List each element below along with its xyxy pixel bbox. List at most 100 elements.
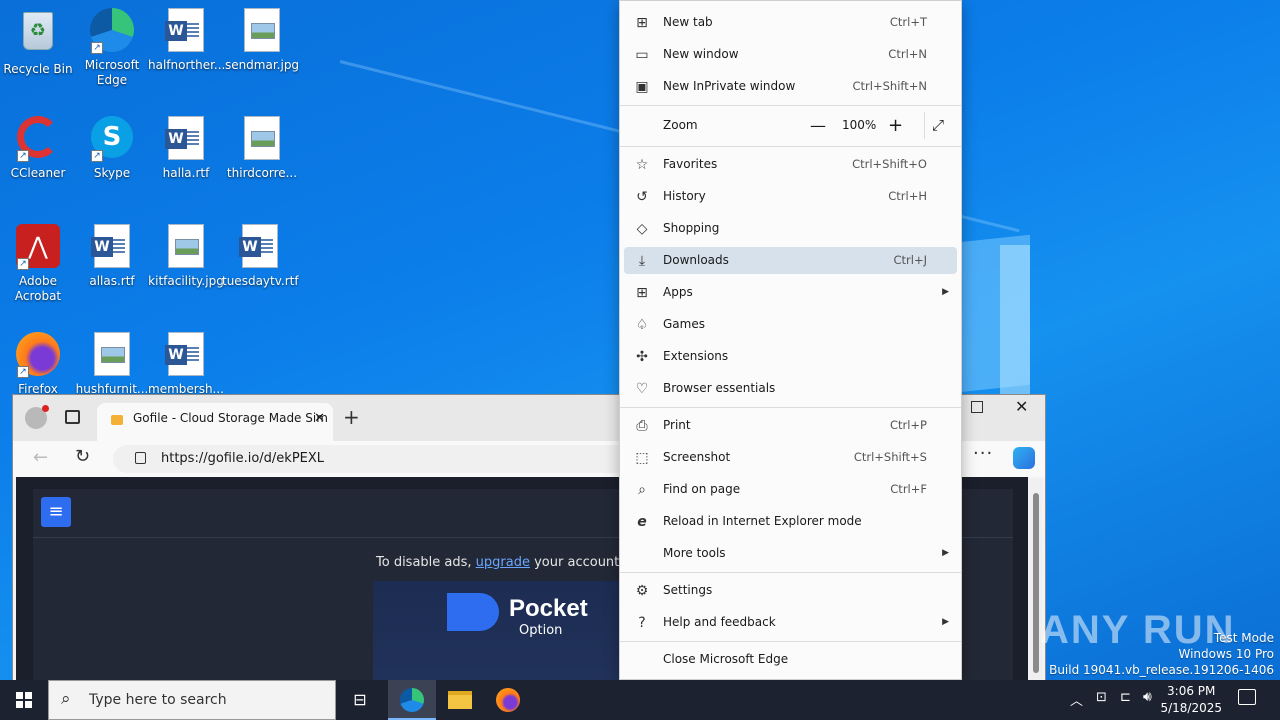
image-file-icon: [239, 116, 285, 162]
desktop-icon-microsoft-edge[interactable]: ↗ Microsoft Edge: [74, 8, 150, 88]
word-document-icon: W: [237, 224, 283, 270]
copilot-icon[interactable]: [1013, 447, 1035, 469]
new-tab-plus-icon[interactable]: +: [343, 405, 360, 429]
tab-title: Gofile - Cloud Storage Made Sim: [133, 411, 328, 425]
taskbar: ⌕ Type here to search ⊟ ︿ ⊡ ⊏ 🔊︎ 3:06 PM…: [0, 680, 1280, 720]
desktop-icon-recycle-bin[interactable]: ♻ Recycle Bin: [0, 8, 76, 77]
system-clock[interactable]: 3:06 PM 5/18/2025: [1160, 683, 1222, 717]
desktop-icon-halfnorther[interactable]: W halfnorther...: [148, 8, 225, 73]
page-scrollbar[interactable]: [1030, 479, 1042, 685]
menu-separator: [620, 105, 961, 106]
menu-item-screenshot[interactable]: ⬚ Screenshot Ctrl+Shift+S: [624, 444, 957, 471]
back-arrow-icon[interactable]: ←: [33, 447, 48, 468]
start-button[interactable]: [0, 680, 48, 720]
word-document-icon: W: [89, 224, 135, 270]
download-icon: ⤓: [638, 253, 646, 269]
menu-item-more-tools[interactable]: More tools ▶: [624, 540, 957, 567]
desktop-icon-tuesdaytv[interactable]: W tuesdaytv.rtf: [222, 224, 299, 289]
desktop-icon-sendmar[interactable]: sendmar.jpg: [224, 8, 300, 73]
menu-item-games[interactable]: ♤ Games: [624, 311, 957, 338]
menu-item-downloads[interactable]: ⤓ Downloads Ctrl+J: [624, 247, 957, 274]
desktop-icon-ccleaner[interactable]: ↗ CCleaner: [0, 116, 76, 181]
print-icon: ⎙: [636, 418, 648, 434]
zoom-value: 100%: [842, 118, 877, 132]
task-view-icon[interactable]: ⊟: [336, 680, 384, 720]
hamburger-menu-button[interactable]: ≡: [41, 497, 71, 527]
fullscreen-icon[interactable]: ⤢: [932, 112, 944, 139]
ad-notice: To disable ads, upgrade your account to: [376, 555, 637, 570]
upgrade-link[interactable]: upgrade: [476, 555, 530, 570]
desktop-icon-halla[interactable]: W halla.rtf: [148, 116, 224, 181]
menu-separator: [620, 641, 961, 642]
desktop-icon-kitfacility[interactable]: kitfacility.jpg: [148, 224, 224, 289]
more-menu-icon[interactable]: ···: [973, 443, 993, 464]
acrobat-icon: ⋀ ↗: [15, 224, 61, 270]
menu-item-new-window[interactable]: ▭ New window Ctrl+N: [624, 41, 957, 68]
menu-item-extensions[interactable]: ✣ Extensions: [624, 343, 957, 370]
tab-actions-icon[interactable]: [65, 410, 80, 424]
menu-item-reload-ie-mode[interactable]: e Reload in Internet Explorer mode: [624, 508, 957, 535]
desktop-icon-skype[interactable]: S ↗ Skype: [74, 116, 150, 181]
inprivate-icon: ▣: [635, 79, 649, 95]
menu-separator: [620, 572, 961, 573]
volume-icon[interactable]: 🔊︎: [1143, 689, 1152, 705]
edge-settings-menu: ⊞ New tab Ctrl+T ▭ New window Ctrl+N ▣ N…: [619, 0, 962, 680]
notification-center-icon[interactable]: [1238, 689, 1256, 705]
lock-icon: [135, 452, 146, 464]
gofile-favicon-icon: [111, 415, 123, 425]
ad-brand: Pocket: [509, 595, 588, 622]
menu-item-help-feedback[interactable]: ? Help and feedback ▶: [624, 609, 957, 636]
scroll-thumb[interactable]: [1033, 493, 1039, 673]
menu-item-apps[interactable]: ⊞ Apps ▶: [624, 279, 957, 306]
chevron-right-icon: ▶: [942, 548, 949, 558]
ad-brand-sub: Option: [519, 623, 563, 638]
menu-item-favorites[interactable]: ☆ Favorites Ctrl+Shift+O: [624, 151, 957, 178]
apps-icon: ⊞: [636, 285, 648, 301]
close-tab-icon[interactable]: ✕: [314, 411, 325, 426]
profile-avatar-icon[interactable]: [25, 405, 49, 429]
menu-item-history[interactable]: ↺ History Ctrl+H: [624, 183, 957, 210]
menu-item-find-on-page[interactable]: ⌕ Find on page Ctrl+F: [624, 476, 957, 503]
new-tab-icon: ⊞: [636, 15, 648, 31]
new-window-icon: ▭: [635, 47, 649, 63]
menu-item-close-edge[interactable]: Close Microsoft Edge: [624, 646, 957, 673]
network-icon[interactable]: ⊏: [1120, 690, 1131, 705]
taskbar-search-box[interactable]: ⌕ Type here to search: [48, 680, 336, 720]
file-explorer-icon[interactable]: [436, 680, 484, 720]
menu-item-browser-essentials[interactable]: ♡ Browser essentials: [624, 375, 957, 402]
desktop-icon-allas[interactable]: W allas.rtf: [74, 224, 150, 289]
menu-item-new-inprivate-window[interactable]: ▣ New InPrivate window Ctrl+Shift+N: [624, 73, 957, 100]
menu-item-print[interactable]: ⎙ Print Ctrl+P: [624, 412, 957, 439]
desktop-icon-adobe-acrobat[interactable]: ⋀ ↗ Adobe Acrobat: [0, 224, 76, 304]
ie-icon: e: [637, 514, 647, 530]
find-icon: ⌕: [638, 482, 646, 498]
windows-logo-icon: [16, 692, 32, 708]
maximize-icon[interactable]: [971, 401, 983, 413]
tray-app-icon[interactable]: ⊡: [1096, 690, 1107, 705]
taskbar-edge-icon[interactable]: [388, 680, 436, 720]
address-bar[interactable]: https://gofile.io/d/ekPEXL: [113, 445, 633, 473]
heart-pulse-icon: ♡: [635, 381, 649, 397]
extensions-icon: ✣: [636, 349, 648, 365]
desktop-icon-firefox[interactable]: ↗ Firefox: [0, 332, 76, 397]
menu-item-zoom: Zoom — 100% + ⤢: [624, 112, 957, 139]
edge-icon: ↗: [89, 8, 135, 54]
tab-gofile[interactable]: Gofile - Cloud Storage Made Sim ✕: [97, 403, 333, 441]
taskbar-firefox-icon[interactable]: [484, 680, 532, 720]
zoom-divider: [924, 112, 925, 139]
ccleaner-icon: ↗: [15, 116, 61, 162]
games-icon: ♤: [635, 317, 649, 333]
close-window-icon[interactable]: ✕: [1015, 397, 1028, 416]
zoom-out-minus-icon[interactable]: —: [810, 112, 826, 139]
favorites-icon: ☆: [635, 157, 649, 173]
menu-item-settings[interactable]: ⚙ Settings: [624, 577, 957, 604]
desktop-icon-hushfurnit[interactable]: hushfurnit...: [74, 332, 150, 397]
menu-item-new-tab[interactable]: ⊞ New tab Ctrl+T: [624, 9, 957, 36]
gear-icon: ⚙: [635, 583, 649, 599]
desktop-icon-thirdcorre[interactable]: thirdcorre...: [224, 116, 300, 181]
zoom-in-plus-icon[interactable]: +: [888, 112, 903, 139]
menu-item-shopping[interactable]: ◇ Shopping: [624, 215, 957, 242]
show-hidden-icons-chevron-icon[interactable]: ︿: [1070, 690, 1083, 709]
refresh-icon[interactable]: ↻: [75, 446, 90, 467]
desktop-icon-membersh[interactable]: W membersh...: [148, 332, 224, 397]
